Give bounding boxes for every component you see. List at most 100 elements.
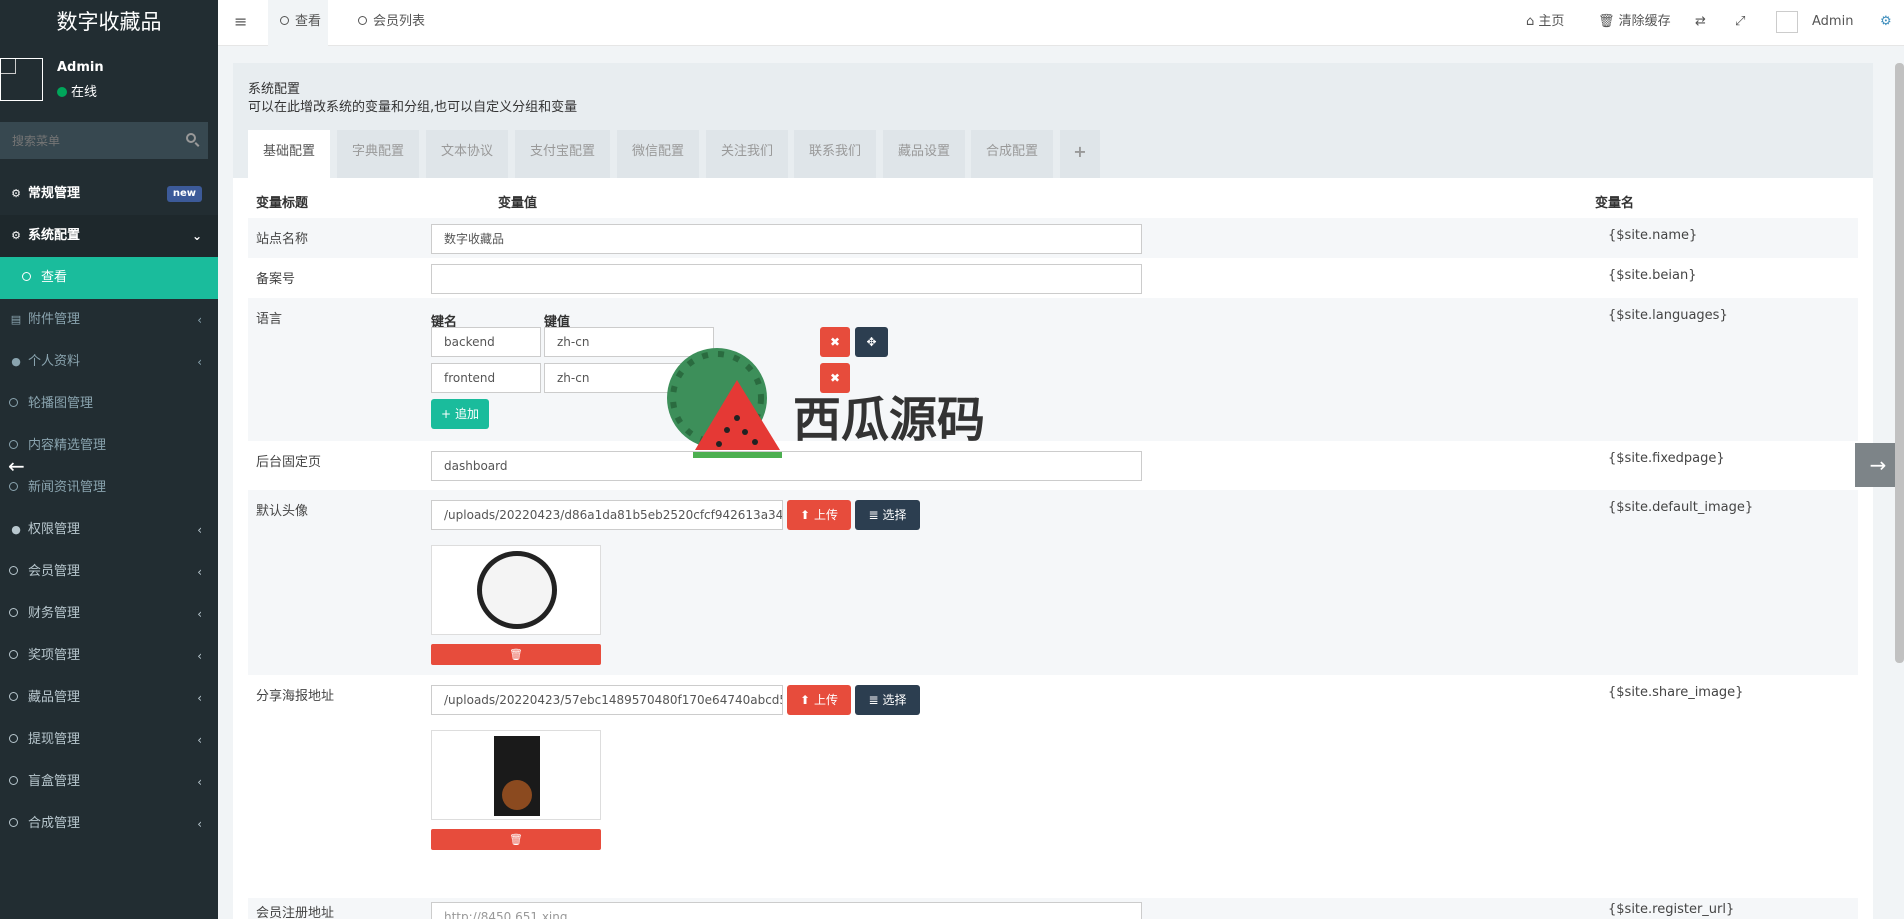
plus-icon: +	[441, 407, 452, 421]
chevron-left-icon: ‹	[197, 649, 202, 663]
row-var: {$site.share_image}	[1608, 685, 1744, 700]
fullscreen-icon[interactable]: ⤢	[1735, 0, 1745, 46]
sidebar-item-collections[interactable]: 藏品管理 ‹	[0, 677, 218, 719]
sidebar-item-label: 藏品管理	[28, 690, 81, 705]
share-image-preview	[431, 730, 601, 820]
default-image-input[interactable]: /uploads/20220423/d86a1da81b5eb2520cfcf9…	[431, 500, 783, 530]
circle-icon	[9, 398, 18, 407]
chevron-left-icon: ‹	[197, 775, 202, 789]
top-navbar: ≡ 查看 会员列表 ⌂ 主页 🗑 清除缓存 ⇄ ⤢ Admin ⚙	[218, 0, 1904, 46]
header-title: 变量标题	[256, 196, 309, 211]
table-row-beian: 备案号 {$site.beian}	[248, 258, 1858, 298]
upload-label: 上传	[813, 508, 838, 522]
register-url-input[interactable]: http://8450.651.xing...	[431, 902, 1142, 919]
upload-button[interactable]: ⬆ 上传	[787, 500, 851, 530]
sidebar-item-label: 会员管理	[28, 564, 81, 579]
delete-button[interactable]: 🗑	[431, 644, 601, 665]
share-image-input[interactable]: /uploads/20220423/57ebc1489570480f170e64…	[431, 685, 783, 715]
sidebar: 数字收藏品 Admin 在线 ⚙ 常规管理 new ⚙ 系统配置 ⌄ 查看 ▤ 附件管理 ‹…	[0, 0, 218, 919]
upload-icon: ⬆	[800, 508, 811, 522]
panel-title: 系统配置	[248, 82, 301, 97]
upload-button[interactable]: ⬆ 上传	[787, 685, 851, 715]
trash-icon: 🗑	[1598, 14, 1615, 29]
scrollbar[interactable]	[1895, 63, 1904, 663]
sidebar-item-withdraw[interactable]: 提现管理 ‹	[0, 719, 218, 761]
select-button[interactable]: ≣ 选择	[855, 685, 920, 715]
sidebar-item-news[interactable]: 新闻资讯管理	[0, 467, 218, 509]
sidebar-item-label: 常规管理	[28, 186, 81, 201]
tab-synthesis[interactable]: 合成配置	[971, 130, 1053, 178]
group-icon: ●	[11, 523, 21, 536]
sidebar-item-label: 轮播图管理	[28, 396, 94, 411]
tab-dictionary[interactable]: 字典配置	[337, 130, 419, 178]
translate-icon[interactable]: ⇄	[1695, 0, 1706, 46]
sidebar-item-permissions[interactable]: ● 权限管理 ‹	[0, 509, 218, 551]
site-name-input[interactable]: 数字收藏品	[431, 224, 1142, 254]
menu-toggle-icon[interactable]: ≡	[234, 0, 247, 46]
row-var: {$site.fixedpage}	[1608, 451, 1725, 466]
beian-input[interactable]	[431, 264, 1142, 294]
tab-follow-us[interactable]: 关注我们	[706, 130, 788, 178]
sidebar-item-attachments[interactable]: ▤ 附件管理 ‹	[0, 299, 218, 341]
tab-basic[interactable]: 基础配置	[248, 130, 330, 178]
row-label: 默认头像	[256, 504, 309, 519]
chevron-left-icon: ‹	[197, 523, 202, 537]
sidebar-item-label: 权限管理	[28, 522, 81, 537]
tab-view[interactable]: 查看	[268, 0, 328, 46]
chevron-left-icon: ‹	[197, 355, 202, 369]
user-icon: ●	[11, 355, 21, 368]
default-image-preview	[431, 545, 601, 635]
sidebar-item-content[interactable]: 内容精选管理	[0, 425, 218, 467]
online-dot-icon	[57, 87, 67, 97]
sidebar-item-members[interactable]: 会员管理 ‹	[0, 551, 218, 593]
circle-icon	[9, 482, 18, 491]
sidebar-item-banner[interactable]: 轮播图管理	[0, 383, 218, 425]
delete-button[interactable]: 🗑	[431, 829, 601, 850]
clear-cache-link[interactable]: 🗑 清除缓存	[1598, 0, 1671, 46]
arrow-left-icon[interactable]: ←	[8, 454, 25, 478]
sidebar-item-system-config[interactable]: ⚙ 系统配置 ⌄	[0, 215, 218, 257]
settings-icon[interactable]: ⚙	[1880, 0, 1892, 46]
sidebar-item-general[interactable]: ⚙ 常规管理 new	[0, 173, 218, 215]
key-input[interactable]: frontend	[431, 363, 541, 393]
cogs-icon: ⚙	[11, 187, 21, 200]
tab-alipay[interactable]: 支付宝配置	[515, 130, 610, 178]
tab-collection-settings[interactable]: 藏品设置	[883, 130, 965, 178]
gear-icon: ⚙	[11, 229, 21, 242]
row-var: {$site.beian}	[1608, 268, 1697, 283]
row-var: {$site.register_url}	[1608, 902, 1735, 917]
select-label: 选择	[882, 508, 907, 522]
circle-icon	[9, 692, 18, 701]
sidebar-item-view[interactable]: 查看	[0, 257, 218, 299]
key-input[interactable]: backend	[431, 327, 541, 357]
home-link[interactable]: ⌂ 主页	[1526, 0, 1564, 46]
tab-wechat[interactable]: 微信配置	[617, 130, 699, 178]
search-input[interactable]	[0, 122, 208, 159]
tab-contact-us[interactable]: 联系我们	[794, 130, 876, 178]
row-label: 语言	[256, 312, 283, 327]
add-item-label: 追加	[454, 407, 479, 421]
sidebar-item-blindbox[interactable]: 盲盒管理 ‹	[0, 761, 218, 803]
sidebar-item-label: 新闻资讯管理	[28, 480, 107, 495]
table-row-fixedpage: 后台固定页 dashboard {$site.fixedpage}	[248, 441, 1858, 490]
circle-icon	[358, 16, 367, 25]
sidebar-item-awards[interactable]: 奖项管理 ‹	[0, 635, 218, 677]
tab-label: 查看	[295, 14, 322, 29]
select-button[interactable]: ≣ 选择	[855, 500, 920, 530]
header-name: 变量名	[1595, 196, 1635, 211]
tab-text-agreement[interactable]: 文本协议	[426, 130, 508, 178]
search-icon[interactable]	[186, 133, 196, 143]
add-item-button[interactable]: + 追加	[431, 399, 489, 429]
sidebar-item-synthesis[interactable]: 合成管理 ‹	[0, 803, 218, 845]
sidebar-item-finance[interactable]: 财务管理 ‹	[0, 593, 218, 635]
admin-avatar[interactable]	[1776, 0, 1800, 46]
chevron-left-icon: ‹	[197, 607, 202, 621]
row-label: 备案号	[256, 272, 296, 287]
circle-icon	[9, 608, 18, 617]
app-logo[interactable]: 数字收藏品	[0, 0, 218, 46]
sidebar-item-profile[interactable]: ● 个人资料 ‹	[0, 341, 218, 383]
header-value: 变量值	[498, 196, 538, 211]
tab-member-list[interactable]: 会员列表	[358, 0, 425, 46]
add-tab-button[interactable]: +	[1060, 130, 1100, 178]
admin-name[interactable]: Admin	[1812, 0, 1853, 46]
